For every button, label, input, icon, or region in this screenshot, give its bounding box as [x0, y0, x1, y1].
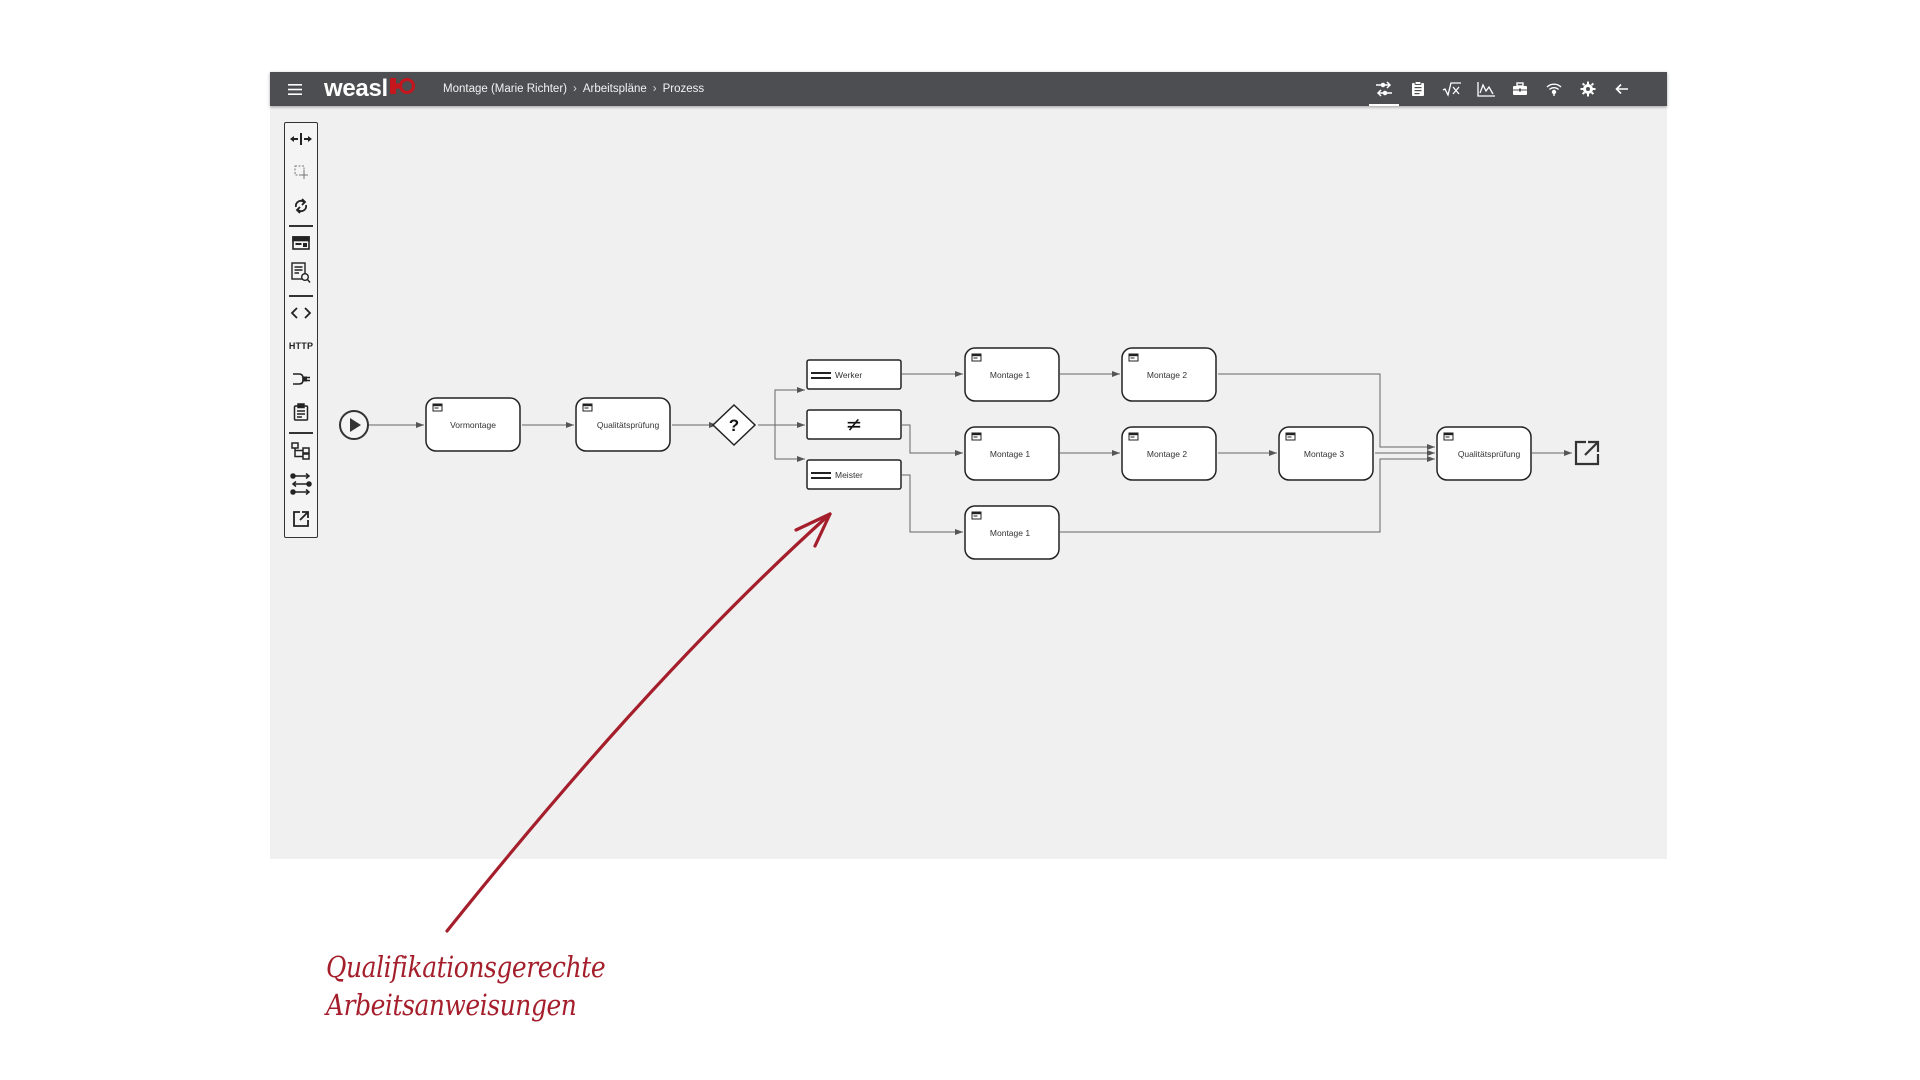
document-search-icon[interactable] — [285, 260, 317, 286]
task-node-qualitaetspruefung-1[interactable]: Qualitätsprüfung — [575, 397, 671, 452]
task-node-r2-montage2[interactable]: Montage 2 — [1121, 426, 1217, 481]
decision-gateway[interactable]: ? — [711, 403, 757, 447]
node-label: Montage 2 — [1147, 370, 1187, 380]
breadcrumb-separator: › — [572, 83, 577, 95]
move-icon[interactable] — [285, 126, 317, 152]
task-node-r2-montage3[interactable]: Montage 3 — [1278, 426, 1374, 481]
end-event[interactable] — [1574, 440, 1600, 466]
annotation-line-2: Arbeitsanweisungen — [326, 988, 577, 1022]
node-label: Montage 2 — [1147, 449, 1187, 459]
refresh-icon[interactable] — [285, 193, 317, 219]
flow-icon[interactable] — [285, 471, 317, 497]
node-label: Qualitätsprüfung — [597, 420, 660, 430]
gear-icon[interactable] — [1571, 72, 1605, 106]
task-node-r2-montage1[interactable]: Montage 1 — [964, 426, 1060, 481]
weasl-logo[interactable]: weasl — [324, 72, 418, 106]
equals-icon — [811, 472, 831, 474]
clipboard-icon[interactable] — [1401, 72, 1435, 106]
task-node-qualitaetspruefung-2[interactable]: Qualitätsprüfung — [1436, 426, 1532, 481]
process-diagram-canvas[interactable]: Vormontage Qualitätsprüfung ? Werker ≠ M… — [270, 72, 1667, 859]
breadcrumb-item-prozess[interactable]: Prozess — [663, 83, 705, 95]
app-window: Vormontage Qualitätsprüfung ? Werker ≠ M… — [270, 72, 1667, 859]
http-icon[interactable]: HTTP — [285, 333, 317, 359]
logo-text: weasl — [324, 75, 388, 102]
not-equal-icon: ≠ — [846, 412, 863, 436]
external-link-icon[interactable] — [285, 506, 317, 532]
task-node-vormontage[interactable]: Vormontage — [425, 397, 521, 452]
breadcrumb-item-montage[interactable]: Montage (Marie Richter) — [443, 83, 567, 95]
question-mark-icon: ? — [729, 416, 739, 435]
task-node-r1-montage2[interactable]: Montage 2 — [1121, 347, 1217, 402]
plug-icon[interactable] — [285, 366, 317, 392]
screen-icon[interactable] — [285, 230, 317, 256]
top-bar: weasl Montage (Marie Richter) › Arbeitsp… — [270, 72, 1667, 106]
toolbox-icon[interactable] — [1503, 72, 1537, 106]
breadcrumb: Montage (Marie Richter) › Arbeitspläne ›… — [443, 72, 704, 106]
tool-palette: HTTP — [284, 122, 318, 538]
node-label: Montage 3 — [1304, 449, 1344, 459]
condition-label: Werker — [835, 370, 862, 380]
task-node-r3-montage1[interactable]: Montage 1 — [964, 505, 1060, 560]
node-label: Vormontage — [450, 420, 496, 430]
back-arrow-icon[interactable] — [1605, 72, 1639, 106]
start-event[interactable] — [339, 410, 369, 440]
palette-divider — [289, 295, 313, 297]
condition-meister[interactable]: Meister — [806, 459, 902, 490]
code-icon[interactable] — [285, 300, 317, 326]
annotation-line-1: Qualifikationsgerechte — [326, 950, 606, 984]
formula-icon[interactable] — [1435, 72, 1469, 106]
wireless-icon[interactable] — [1537, 72, 1571, 106]
palette-divider — [289, 432, 313, 434]
logo-mark-icon — [388, 75, 418, 103]
select-icon[interactable] — [285, 159, 317, 185]
process-flow-icon[interactable] — [1367, 72, 1401, 106]
external-link-icon — [1574, 440, 1600, 466]
breadcrumb-separator: › — [652, 83, 657, 95]
node-label: Montage 1 — [990, 370, 1030, 380]
condition-label: Meister — [835, 470, 863, 480]
condition-werker[interactable]: Werker — [806, 359, 902, 390]
node-label: Qualitätsprüfung — [1458, 449, 1521, 459]
node-label: Montage 1 — [990, 449, 1030, 459]
chart-icon[interactable] — [1469, 72, 1503, 106]
annotation-text: Qualifikationsgerechte Arbeitsanweisunge… — [326, 948, 606, 1024]
task-node-r1-montage1[interactable]: Montage 1 — [964, 347, 1060, 402]
palette-divider — [289, 225, 313, 227]
clipboard-icon[interactable] — [285, 399, 317, 425]
hamburger-menu-icon[interactable] — [288, 72, 310, 106]
node-label: Montage 1 — [990, 528, 1030, 538]
condition-not-equal[interactable]: ≠ — [806, 409, 902, 440]
breadcrumb-item-arbeitsplaene[interactable]: Arbeitspläne — [583, 83, 647, 95]
equals-icon — [811, 372, 831, 374]
toolbar-icons — [1367, 72, 1639, 106]
hierarchy-icon[interactable] — [285, 438, 317, 464]
